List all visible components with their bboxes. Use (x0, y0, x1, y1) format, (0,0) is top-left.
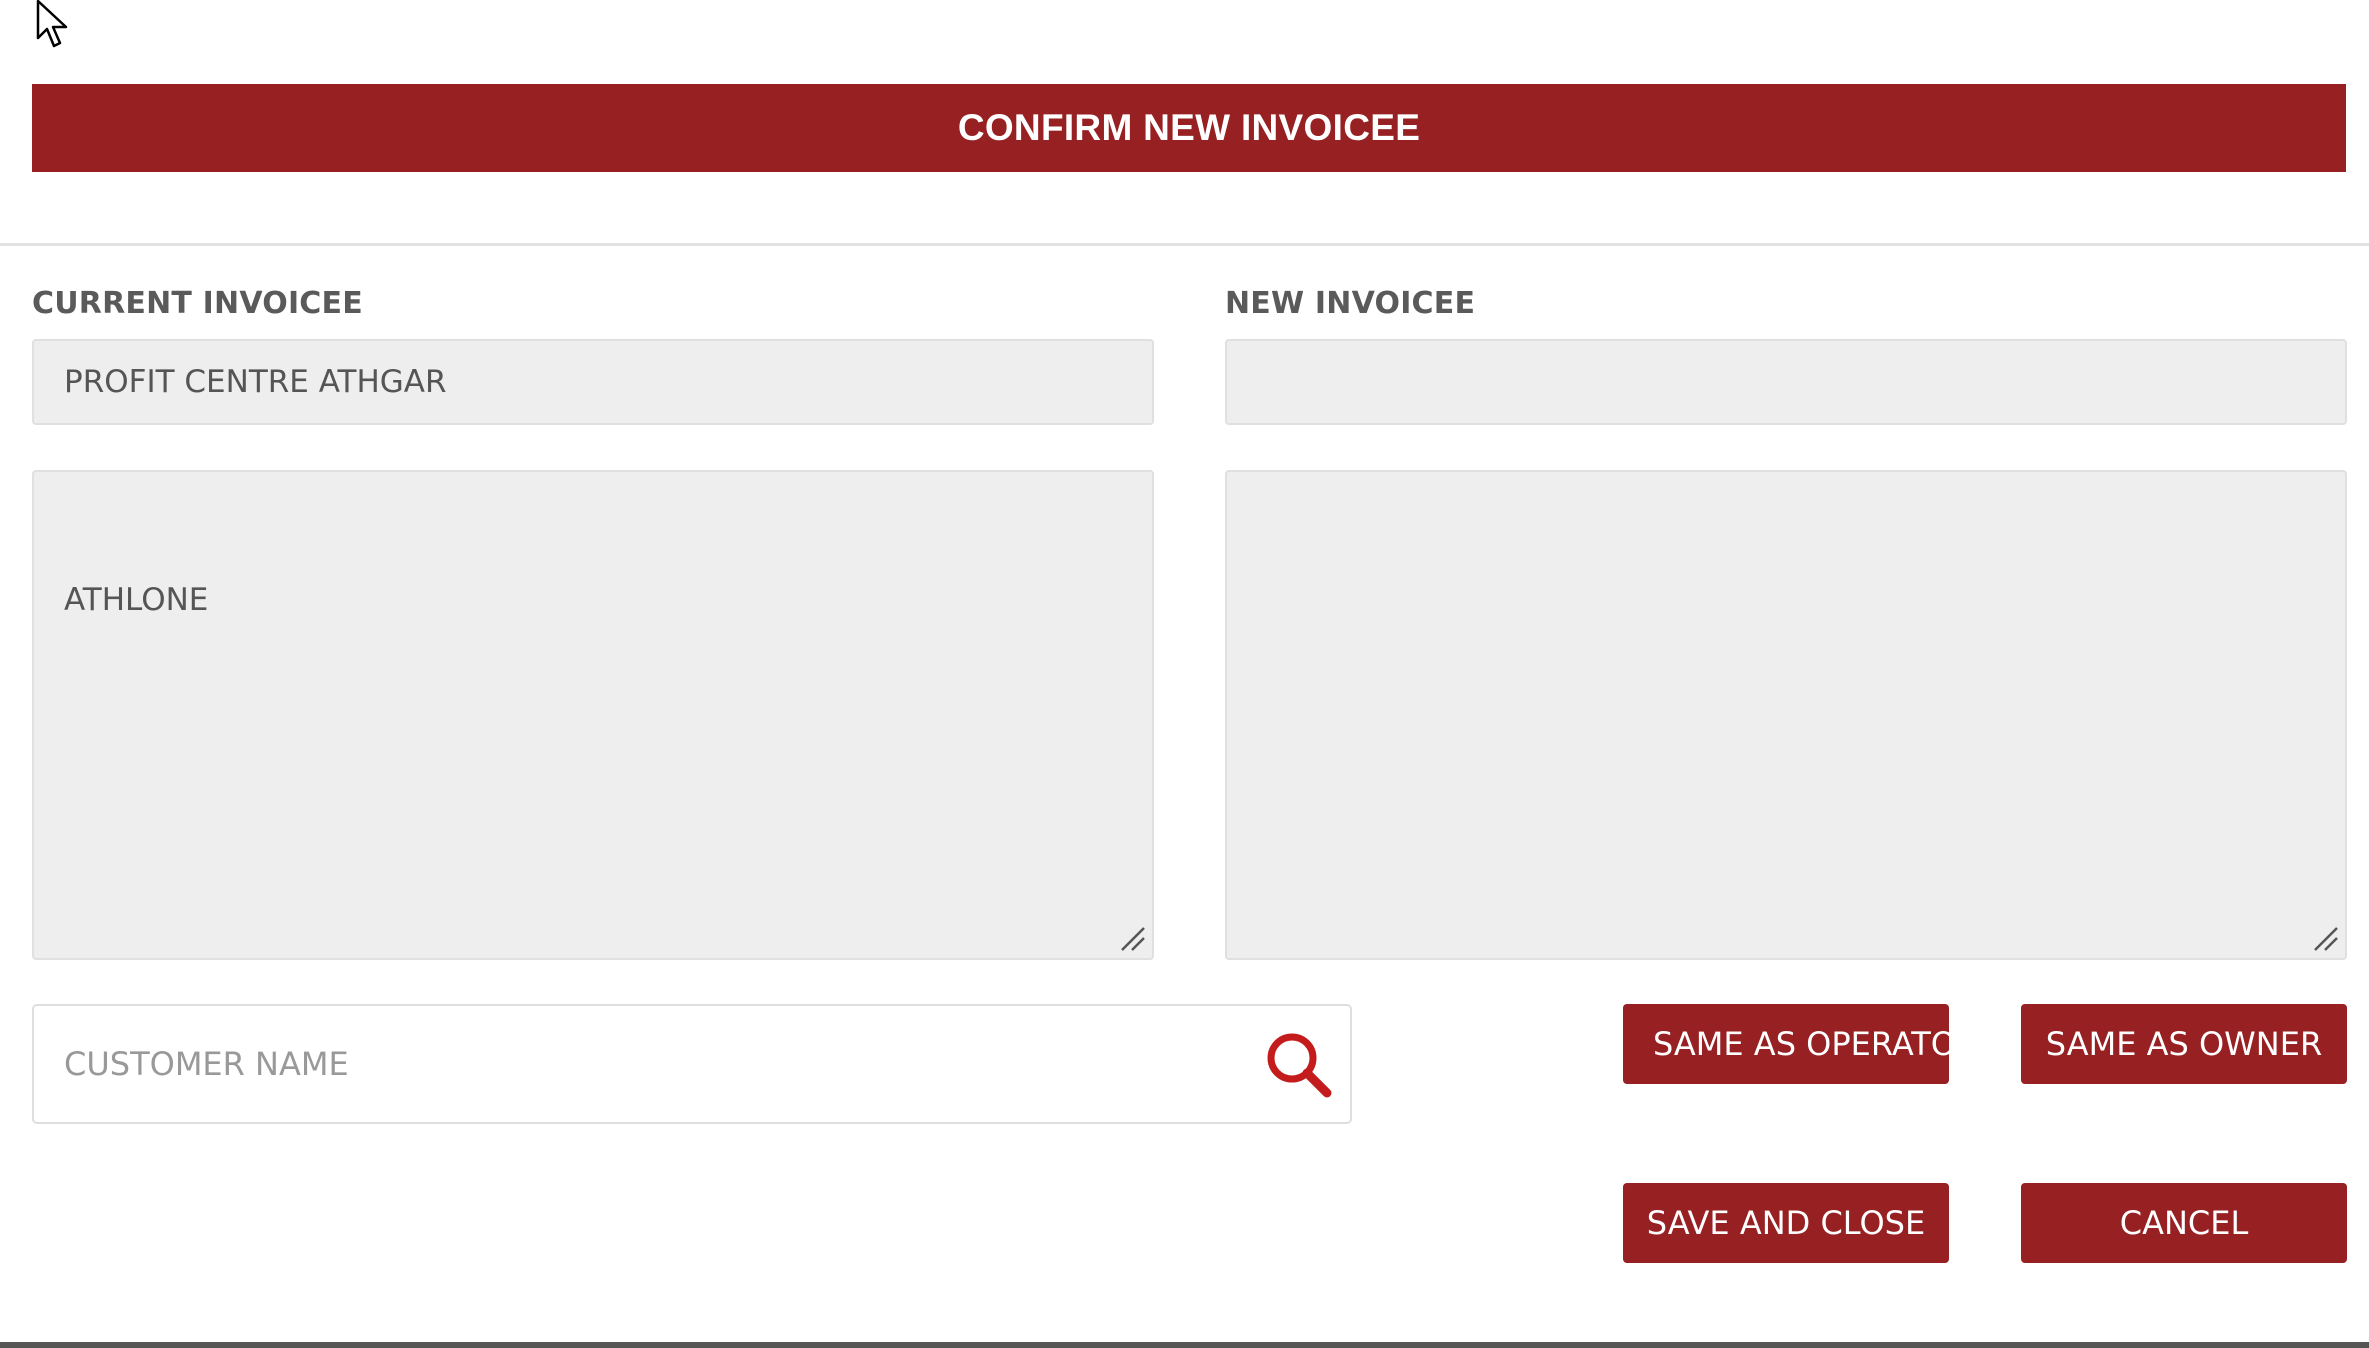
divider (0, 243, 2369, 246)
resize-grip-icon[interactable] (1120, 926, 1146, 952)
save-and-close-button[interactable]: SAVE AND CLOSE (1623, 1183, 1949, 1263)
mouse-cursor-icon (36, 0, 68, 48)
current-invoicee-address-value: ATHLONE (64, 582, 209, 618)
dialog-title: CONFIRM NEW INVOICEE (32, 84, 2346, 172)
new-invoicee-address-field[interactable] (1225, 470, 2347, 960)
search-icon[interactable] (1264, 1030, 1334, 1100)
current-invoicee-label: CURRENT INVOICEE (32, 286, 363, 321)
cancel-button[interactable]: CANCEL (2021, 1183, 2347, 1263)
current-invoicee-address-field[interactable]: ATHLONE (32, 470, 1154, 960)
current-invoicee-name-value: PROFIT CENTRE ATHGAR (64, 364, 447, 400)
current-invoicee-name-field[interactable]: PROFIT CENTRE ATHGAR (32, 339, 1154, 425)
same-as-operator-button[interactable]: SAME AS OPERATO (1623, 1004, 1949, 1084)
invoicee-dialog: CONFIRM NEW INVOICEE CURRENT INVOICEE NE… (0, 0, 2369, 1348)
new-invoicee-name-field[interactable] (1225, 339, 2347, 425)
new-invoicee-label: NEW INVOICEE (1225, 286, 1476, 321)
customer-name-search-input[interactable]: CUSTOMER NAME (32, 1004, 1352, 1124)
customer-name-placeholder: CUSTOMER NAME (64, 1045, 349, 1083)
resize-grip-icon[interactable] (2313, 926, 2339, 952)
same-as-owner-button[interactable]: SAME AS OWNER (2021, 1004, 2347, 1084)
bottom-border (0, 1342, 2369, 1348)
